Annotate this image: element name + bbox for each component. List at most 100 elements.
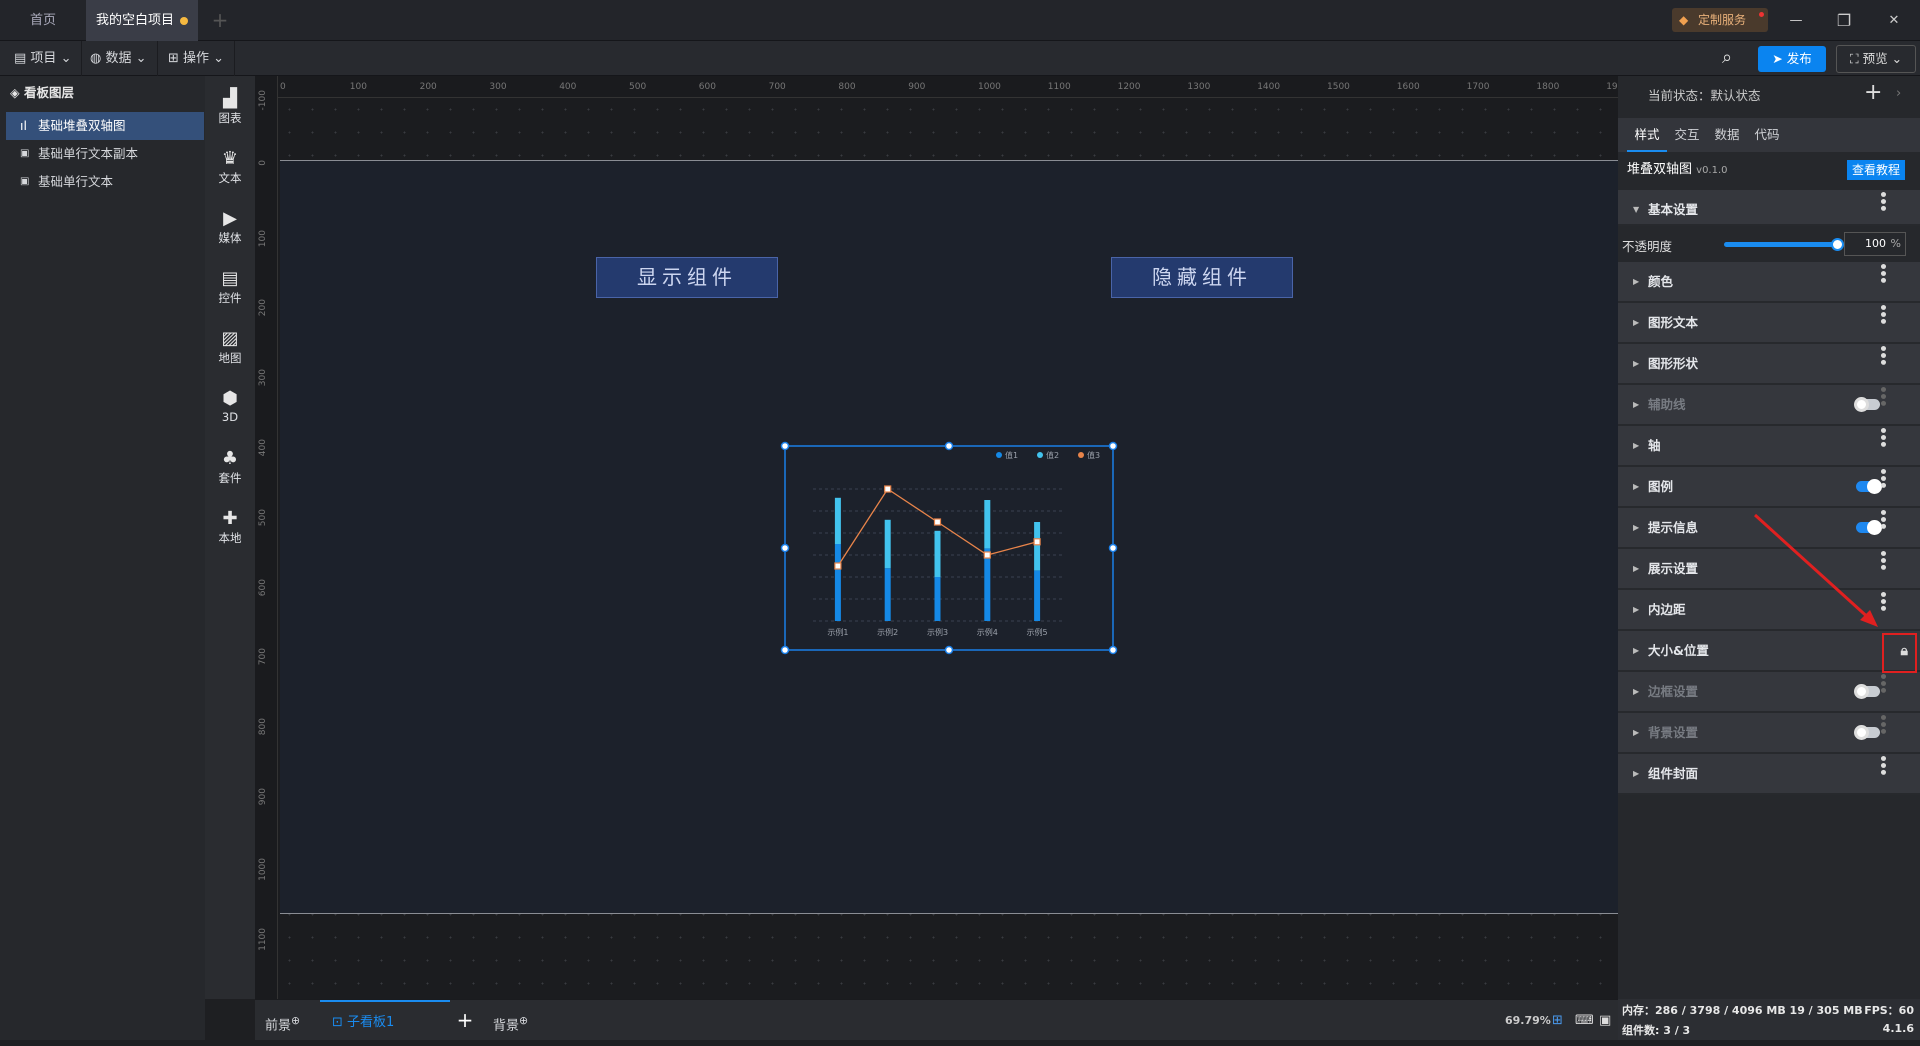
- add-state-button[interactable]: +: [1864, 80, 1882, 105]
- section-row[interactable]: ▶ 图形形状 •••: [1618, 344, 1920, 385]
- add-circle-icon[interactable]: ⊕: [291, 1014, 300, 1027]
- tab-interaction[interactable]: 交互: [1667, 118, 1707, 152]
- section-row[interactable]: ▶ 大小&位置 🔒︎: [1618, 631, 1920, 672]
- more-icon[interactable]: •••: [1862, 508, 1902, 529]
- tab-style[interactable]: 样式: [1627, 118, 1667, 152]
- section-basic[interactable]: ▼ 基本设置 •••: [1618, 190, 1920, 226]
- line-point[interactable]: [983, 551, 991, 559]
- close-button[interactable]: ✕: [1876, 0, 1912, 41]
- layer-item[interactable]: ıl 基础堆叠双轴图: [6, 112, 204, 140]
- more-icon[interactable]: •••: [1862, 385, 1902, 406]
- add-tab-button[interactable]: +: [205, 0, 235, 41]
- line-point[interactable]: [884, 485, 892, 493]
- more-icon[interactable]: •••: [1862, 426, 1902, 447]
- component-text[interactable]: ♛ 文本: [205, 148, 255, 186]
- board-tab[interactable]: ⊡ 子看板1: [320, 1000, 450, 1041]
- menu-data[interactable]: ◍ 数据 ⌄: [80, 41, 158, 76]
- background-tab[interactable]: 背景⊕: [485, 1000, 528, 1041]
- menu-project[interactable]: ▤ 项目 ⌄: [4, 41, 83, 76]
- show-component-button[interactable]: 显示组件: [596, 257, 778, 298]
- component-kit[interactable]: ♣ 套件: [205, 448, 255, 486]
- more-icon[interactable]: •••: [1862, 262, 1902, 283]
- section-row[interactable]: ▶ 辅助线 •••: [1618, 385, 1920, 426]
- view-tutorial-button[interactable]: 查看教程: [1847, 160, 1905, 180]
- opacity-slider[interactable]: [1724, 238, 1844, 251]
- hide-component-button[interactable]: 隐藏组件: [1111, 257, 1293, 298]
- zoom-level[interactable]: 69.79%: [1505, 1000, 1551, 1041]
- more-icon[interactable]: •••: [1862, 467, 1902, 488]
- section-row[interactable]: ▶ 图形文本 •••: [1618, 303, 1920, 344]
- resize-handle[interactable]: [944, 645, 954, 655]
- preview-button[interactable]: ⛶ 预览 ⌄: [1836, 45, 1916, 73]
- resize-handle[interactable]: [1108, 441, 1118, 451]
- opacity-input[interactable]: 100%: [1844, 232, 1906, 256]
- bar-value1[interactable]: [884, 568, 891, 621]
- tab-code[interactable]: 代码: [1747, 118, 1787, 152]
- tab-data[interactable]: 数据: [1707, 118, 1747, 152]
- layer-item[interactable]: ▣ 基础单行文本副本: [6, 140, 204, 168]
- section-row[interactable]: ▶ 颜色 •••: [1618, 262, 1920, 303]
- slider-handle[interactable]: [1831, 238, 1844, 251]
- more-icon[interactable]: •••: [1862, 754, 1902, 775]
- component-chart[interactable]: ▟ 图表: [205, 88, 255, 126]
- section-row[interactable]: ▶ 边框设置 •••: [1618, 672, 1920, 713]
- add-circle-icon[interactable]: ⊕: [519, 1014, 528, 1027]
- component-media[interactable]: ▶ 媒体: [205, 208, 255, 246]
- more-icon[interactable]: •••: [1862, 344, 1902, 365]
- publish-button[interactable]: ➤ 发布: [1758, 46, 1826, 72]
- tab-project[interactable]: 我的空白项目: [86, 0, 198, 41]
- bar-value1[interactable]: [934, 577, 941, 621]
- section-row[interactable]: ▶ 内边距 •••: [1618, 590, 1920, 631]
- terminal-icon[interactable]: ▣: [1599, 1000, 1611, 1041]
- add-board-button[interactable]: +: [450, 1000, 480, 1041]
- chevron-right-icon[interactable]: ›: [1896, 86, 1901, 101]
- ruler-left[interactable]: -100 0 100 200 300 400 500 600 700 800 900 1000 1100: [255, 76, 278, 999]
- component-local[interactable]: ✚ 本地: [205, 508, 255, 546]
- section-row[interactable]: ▶ 轴 •••: [1618, 426, 1920, 467]
- bar-value2[interactable]: [834, 497, 841, 544]
- line-point[interactable]: [834, 562, 842, 570]
- bar-value2[interactable]: [1034, 522, 1041, 571]
- tab-home[interactable]: 首页: [0, 0, 86, 41]
- bar-value2[interactable]: [884, 519, 891, 569]
- resize-handle[interactable]: [1108, 645, 1118, 655]
- bar-value1[interactable]: [1034, 570, 1041, 621]
- bar-value1[interactable]: [984, 548, 991, 621]
- resize-handle[interactable]: [780, 543, 790, 553]
- minimize-button[interactable]: —: [1778, 0, 1814, 41]
- line-point[interactable]: [1033, 538, 1041, 546]
- section-row[interactable]: ▶ 组件封面 •••: [1618, 754, 1920, 795]
- section-row[interactable]: ▶ 提示信息 •••: [1618, 508, 1920, 549]
- keyboard-icon[interactable]: ⌨: [1575, 1000, 1594, 1041]
- bar-value1[interactable]: [834, 544, 841, 621]
- component-3d[interactable]: ⬢ 3D: [205, 388, 255, 424]
- more-icon[interactable]: •••: [1862, 590, 1902, 611]
- resize-handle[interactable]: [1108, 543, 1118, 553]
- component-control[interactable]: ▤ 控件: [205, 268, 255, 306]
- bar-value2[interactable]: [934, 530, 941, 577]
- layer-item[interactable]: ▣ 基础单行文本: [6, 168, 204, 196]
- more-icon[interactable]: •••: [1862, 672, 1902, 693]
- lock-icon[interactable]: 🔒︎: [1901, 631, 1908, 671]
- custom-service-button[interactable]: ◆ 定制服务: [1672, 8, 1768, 32]
- resize-handle[interactable]: [944, 441, 954, 451]
- foreground-tab[interactable]: 前景⊕: [265, 1000, 300, 1041]
- stacked-dual-axis-chart[interactable]: 值1 值2 值3 示例1 示例2 示例3 示例4 示例5: [780, 440, 1120, 660]
- section-row[interactable]: ▶ 背景设置 •••: [1618, 713, 1920, 754]
- ruler-top[interactable]: 0 100 200 300 400 500 600 700 800 900 1000 1100 1200…: [255, 76, 1629, 98]
- section-row[interactable]: ▶ 图例 •••: [1618, 467, 1920, 508]
- line-point[interactable]: [933, 518, 942, 526]
- resize-handle[interactable]: [780, 441, 790, 451]
- section-row[interactable]: ▶ 展示设置 •••: [1618, 549, 1920, 590]
- more-icon[interactable]: •••: [1862, 549, 1902, 570]
- component-map[interactable]: ▨ 地图: [205, 328, 255, 366]
- menu-operate[interactable]: ⊞ 操作 ⌄: [158, 41, 236, 76]
- restore-button[interactable]: ❐: [1826, 0, 1862, 41]
- resize-handle[interactable]: [780, 645, 790, 655]
- more-icon[interactable]: •••: [1862, 190, 1902, 211]
- search-icon[interactable]: ⌕: [1722, 47, 1732, 68]
- more-icon[interactable]: •••: [1862, 713, 1902, 734]
- fit-screen-icon[interactable]: ⊞: [1552, 1000, 1563, 1041]
- bar-value2[interactable]: [984, 500, 991, 549]
- more-icon[interactable]: •••: [1862, 303, 1902, 324]
